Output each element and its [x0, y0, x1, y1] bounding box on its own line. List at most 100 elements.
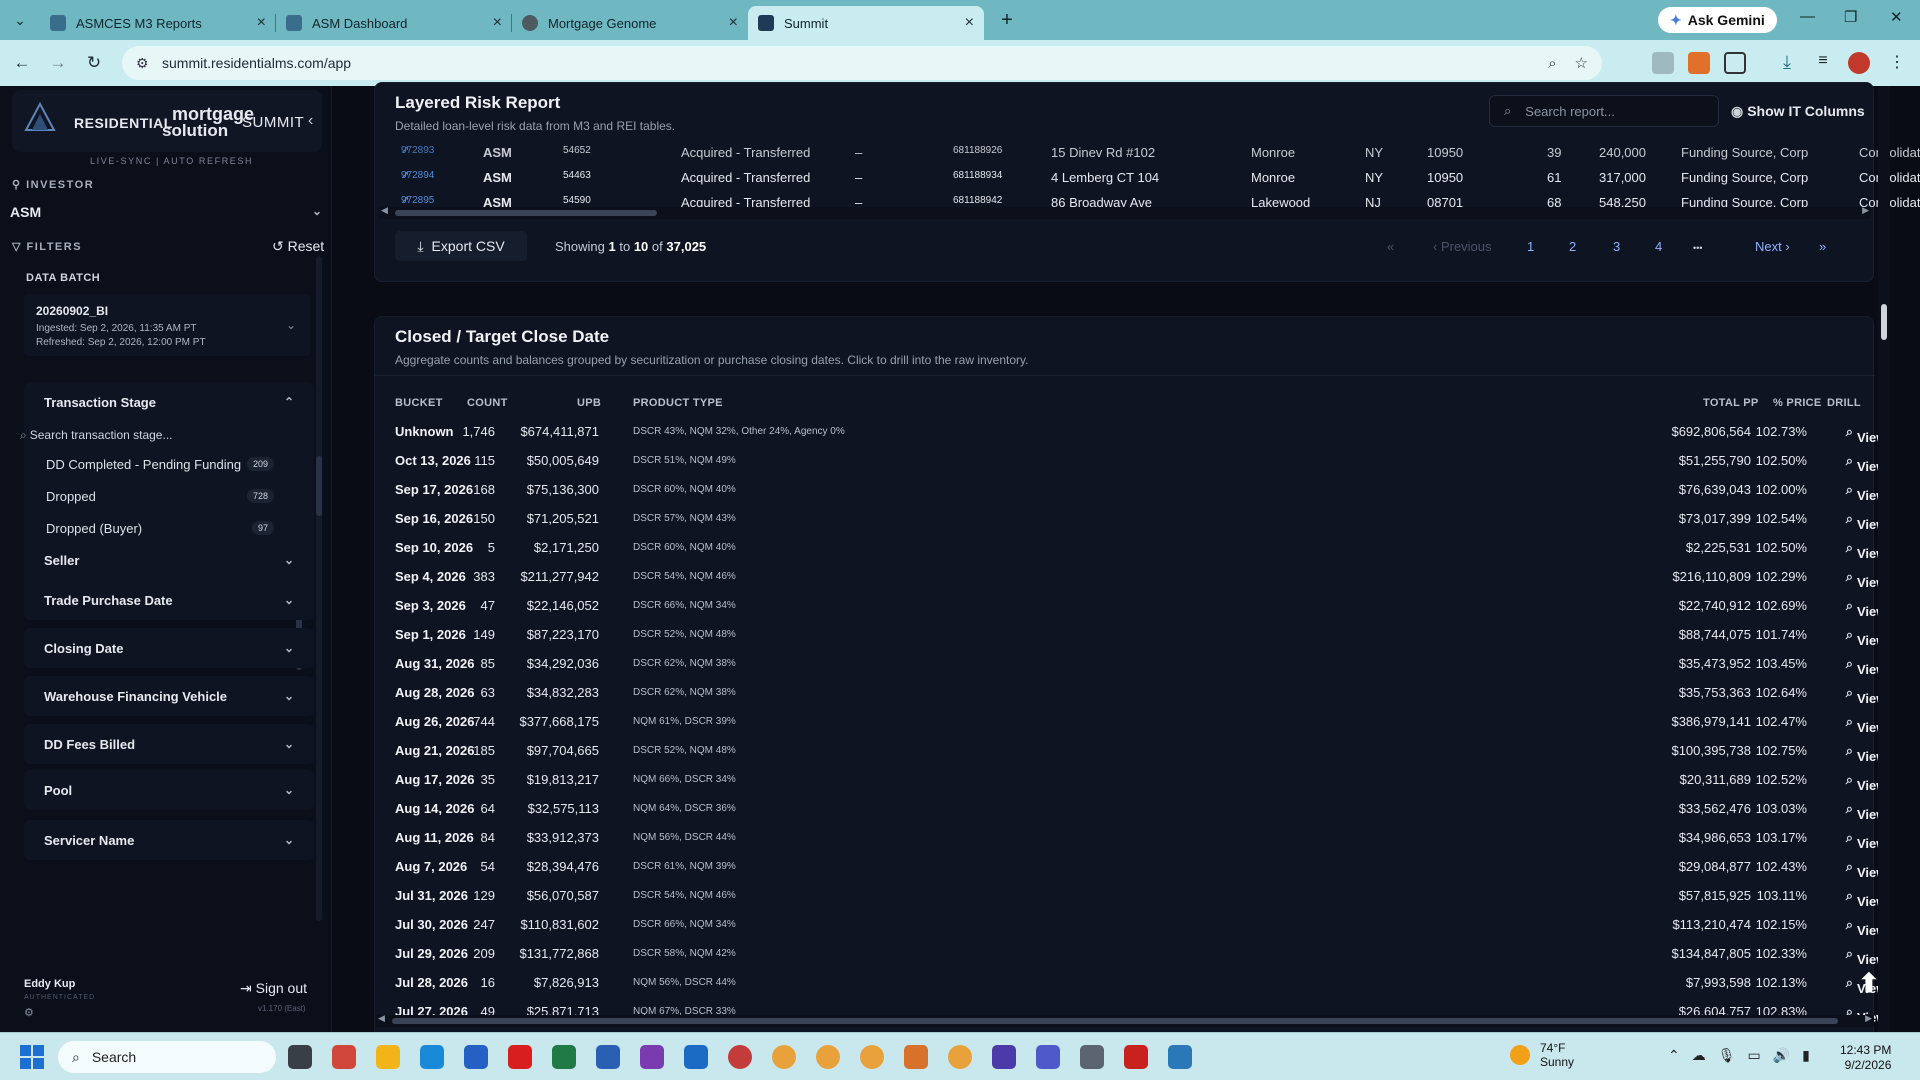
filter-group-pool[interactable]: Pool ⌄ [24, 770, 314, 810]
filter-head[interactable]: Seller ⌄ [24, 540, 314, 580]
profile-avatar[interactable] [1848, 52, 1870, 74]
col-count[interactable]: COUNT [467, 397, 508, 409]
filter-head[interactable]: DD Fees Billed ⌄ [24, 724, 314, 764]
stage-search-input[interactable]: ⌕ Search transaction stage... [20, 422, 314, 448]
stage-option[interactable]: DD Completed - Pending Funding 209 [24, 448, 314, 480]
chrome-profile-icon[interactable] [948, 1045, 972, 1069]
task-view-icon[interactable] [288, 1045, 312, 1069]
taskbar-search[interactable]: ⌕ Search [58, 1041, 276, 1073]
view-drill-button[interactable]: ⌕View [1846, 801, 1887, 822]
view-drill-button[interactable]: ⌕View [1846, 830, 1887, 851]
layered-horizontal-scrollbar[interactable]: ◀ ▶ [379, 205, 1871, 219]
zoom-icon[interactable]: ⌕ [1548, 55, 1556, 72]
file-explorer-icon[interactable] [376, 1045, 400, 1069]
outlook-icon[interactable] [684, 1045, 708, 1069]
table-row[interactable]: Aug 31, 2026 85 $34,292,036 DSCR 62%, NQM 3… [375, 650, 1887, 679]
view-drill-button[interactable]: ⌕View [1846, 598, 1887, 619]
minimize-icon[interactable]: — [1800, 8, 1815, 25]
back-to-top-arrow-icon[interactable]: ⬆ [1858, 968, 1880, 999]
table-row[interactable]: Aug 11, 2026 84 $33,912,373 NQM 56%, DSCR 4… [375, 824, 1887, 853]
pager-page-4[interactable]: 4 [1655, 239, 1662, 254]
filter-group-warehouse-financing-vehicle[interactable]: Warehouse Financing Vehicle ⌄ [24, 676, 314, 716]
pager-page-3[interactable]: 3 [1613, 239, 1620, 254]
claude-icon[interactable] [904, 1045, 928, 1069]
filter-head-transaction-stage[interactable]: Transaction Stage ⌃ [24, 382, 314, 422]
data-batch-select[interactable]: 20260902_BI Ingested: Sep 2, 2026, 11:35… [24, 294, 310, 356]
browser-menu-icon[interactable]: ⋮ [1886, 52, 1908, 74]
url-omnibox[interactable]: ⚙ summit.residentialms.com/app ⌕ ☆ [122, 46, 1602, 80]
pager-page-2[interactable]: 2 [1569, 239, 1576, 254]
reload-icon[interactable]: ↻ [80, 53, 108, 73]
table-row[interactable]: Unknown 1,746 $674,411,871 DSCR 43%, NQM 32… [375, 418, 1886, 447]
pager-previous-button[interactable]: ‹ Previous [1433, 239, 1492, 254]
table-row[interactable]: Oct 13, 2026 115 $50,005,649 DSCR 51%, NQM … [375, 447, 1887, 476]
table-row[interactable]: Sep 16, 2026 150 $71,205,521 DSCR 57%, NQM … [375, 505, 1887, 534]
close-tab-icon[interactable]: × [965, 14, 974, 32]
closed-horizontal-scrollbar[interactable]: ◀ ▶ [376, 1013, 1874, 1027]
metamask-icon[interactable] [1688, 52, 1710, 74]
sign-out-button[interactable]: ⇥ Sign out [240, 980, 307, 997]
lastpass-icon[interactable] [508, 1045, 532, 1069]
acrobat-icon[interactable] [1124, 1045, 1148, 1069]
close-tab-icon[interactable]: × [257, 14, 266, 32]
app-icon[interactable] [728, 1045, 752, 1069]
close-window-icon[interactable]: ✕ [1890, 8, 1903, 26]
table-row[interactable]: Sep 3, 2026 47 $22,146,052 DSCR 66%, NQM 34… [375, 592, 1887, 621]
filter-group-closing-date[interactable]: Closing Date ⌄ [24, 628, 314, 668]
table-row[interactable]: Aug 17, 2026 35 $19,813,217 NQM 66%, DSCR 3… [375, 766, 1886, 795]
chrome-profile-icon[interactable] [816, 1045, 840, 1069]
collapse-sidebar-icon[interactable]: ‹ [308, 112, 313, 130]
bookmark-star-icon[interactable]: ☆ [1575, 54, 1588, 72]
settings-icon[interactable] [1080, 1045, 1104, 1069]
table-row[interactable]: Sep 17, 2026 168 $75,136,300 DSCR 60%, NQM … [375, 476, 1887, 505]
pager-first-button[interactable]: « [1387, 239, 1394, 254]
pager-page-1[interactable]: 1 [1527, 239, 1534, 254]
forward-arrow-icon[interactable]: → [44, 53, 72, 73]
word-icon[interactable] [596, 1045, 620, 1069]
filter-head[interactable]: Pool ⌄ [24, 770, 314, 810]
loan-row[interactable]: 972894 ↗ ASM 54463 Acquired - Transferred –6… [395, 160, 1920, 185]
site-info-icon[interactable]: ⚙ [136, 55, 150, 72]
loan-row[interactable]: 972893 ↗ ASM 54652 Acquired - Transferred –6… [395, 135, 1920, 160]
m365-icon[interactable] [332, 1045, 356, 1069]
edge-icon[interactable] [420, 1045, 444, 1069]
browser-tab-1[interactable]: ASMCES M3 Reports × [40, 6, 276, 40]
pager-next-button[interactable]: Next › [1755, 239, 1790, 254]
table-row[interactable]: Aug 21, 2026 185 $97,704,665 DSCR 52%, NQM … [375, 737, 1887, 766]
chrome-icon[interactable] [772, 1045, 796, 1069]
filter-group-servicer-name[interactable]: Servicer Name ⌄ [24, 820, 314, 860]
back-arrow-icon[interactable]: ← [8, 53, 36, 73]
browser-tab-2[interactable]: ASM Dashboard × [276, 6, 512, 40]
view-drill-button[interactable]: ⌕View [1846, 685, 1887, 706]
restore-icon[interactable]: ❐ [1844, 8, 1857, 26]
tab-search-chevron-icon[interactable]: ⌄ [0, 0, 40, 40]
col-product-type[interactable]: PRODUCT TYPE [633, 397, 723, 409]
filter-head[interactable]: Warehouse Financing Vehicle ⌄ [24, 676, 314, 716]
app-icon[interactable] [992, 1045, 1016, 1069]
filter-head[interactable]: Trade Purchase Date ⌄ [24, 580, 314, 620]
table-row[interactable]: Sep 1, 2026 149 $87,223,170 DSCR 52%, NQM 4… [375, 621, 1886, 650]
ask-gemini-button[interactable]: ✦ Ask Gemini [1658, 7, 1777, 33]
table-row[interactable]: Jul 31, 2026 129 $56,070,587 DSCR 54%, NQM … [375, 882, 1886, 911]
search-report-input[interactable]: ⌕ Search report... [1489, 95, 1719, 127]
view-drill-button[interactable]: ⌕View [1846, 482, 1887, 503]
view-drill-button[interactable]: ⌕View [1846, 859, 1887, 880]
table-row[interactable]: Sep 4, 2026 383 $211,277,942 DSCR 54%, NQM … [375, 563, 1887, 592]
view-drill-button[interactable]: ⌕View [1846, 511, 1887, 532]
view-drill-button[interactable]: ⌕View [1846, 453, 1887, 474]
view-drill-button[interactable]: ⌕View [1846, 540, 1887, 561]
investor-select[interactable]: ASM ⌄ [10, 204, 322, 220]
excel-icon[interactable] [552, 1045, 576, 1069]
view-drill-button[interactable]: ⌕View [1846, 656, 1887, 677]
taskbar-clock[interactable]: 12:43 PM 9/2/2026 [1840, 1043, 1891, 1073]
table-row[interactable]: Jul 29, 2026 209 $131,772,868 DSCR 58%, NQM… [375, 940, 1886, 969]
chrome-profile-icon[interactable] [860, 1045, 884, 1069]
view-drill-button[interactable]: ⌕View [1846, 569, 1887, 590]
filter-head[interactable]: Closing Date ⌄ [24, 628, 314, 668]
view-drill-button[interactable]: ⌕View [1846, 743, 1887, 764]
col-upb[interactable]: UPB [577, 397, 601, 409]
reset-filters-button[interactable]: ↺ Reset [272, 238, 324, 255]
browser-tab-4[interactable]: Summit × [748, 6, 984, 40]
filter-group-seller[interactable]: Seller ⌄ [24, 540, 314, 580]
filter-head[interactable]: Servicer Name ⌄ [24, 820, 314, 860]
